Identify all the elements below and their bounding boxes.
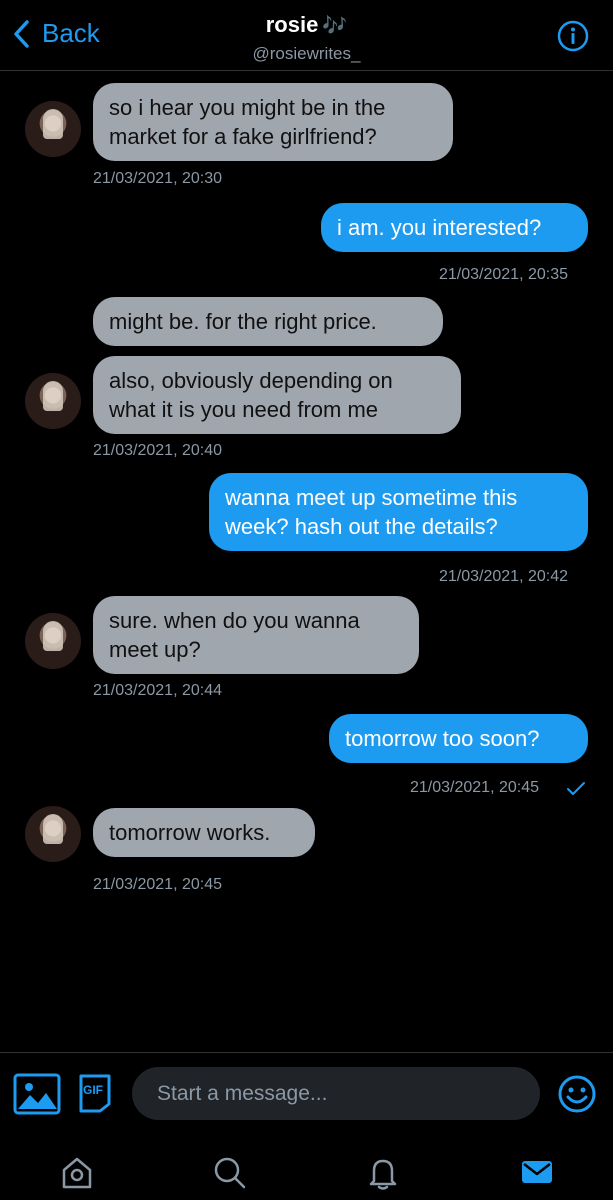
avatar[interactable] xyxy=(25,373,81,429)
message-timestamp: 21/03/2021, 20:30 xyxy=(93,170,223,187)
message-bubble-incoming[interactable]: might be. for the right price. xyxy=(93,297,443,346)
image-icon[interactable] xyxy=(13,1073,61,1115)
info-button[interactable] xyxy=(557,20,589,57)
info-icon xyxy=(557,20,589,52)
message-bubble-incoming[interactable]: sure. when do you wanna meet up? xyxy=(93,596,419,674)
messages-envelope-icon[interactable] xyxy=(521,1158,553,1186)
message-timestamp: 21/03/2021, 20:45 xyxy=(410,779,540,796)
message-input[interactable]: Start a message... xyxy=(132,1067,540,1120)
message-timestamp: 21/03/2021, 20:44 xyxy=(93,682,223,699)
conversation-title[interactable]: rosie 🎶 xyxy=(0,12,613,38)
message-text: tomorrow too soon? xyxy=(345,726,540,751)
message-timestamp: 21/03/2021, 20:35 xyxy=(439,266,569,283)
message-composer: GIF Start a message... xyxy=(0,1052,613,1136)
message-bubble-incoming[interactable]: tomorrow works. xyxy=(93,808,315,857)
music-notes-emoji: 🎶 xyxy=(322,15,348,37)
message-bubble-outgoing[interactable]: i am. you interested? xyxy=(321,203,588,252)
avatar[interactable] xyxy=(25,101,81,157)
contact-name: rosie xyxy=(265,12,319,37)
message-text: sure. when do you wanna xyxy=(109,608,360,633)
search-icon[interactable] xyxy=(213,1156,247,1190)
contact-handle: @rosiewrites_ xyxy=(252,44,361,63)
message-text: might be. for the right price. xyxy=(109,309,377,334)
message-timestamp: 21/03/2021, 20:42 xyxy=(439,568,569,585)
message-text: so i hear you might be in the xyxy=(109,95,386,120)
notifications-bell-icon[interactable] xyxy=(366,1156,400,1190)
message-bubble-outgoing[interactable]: wanna meet up sometime this week? hash o… xyxy=(209,473,588,551)
avatar[interactable] xyxy=(25,806,81,862)
message-timestamp: 21/03/2021, 20:40 xyxy=(93,442,223,459)
gif-button[interactable]: GIF xyxy=(78,1073,112,1113)
message-text: what it is you need from me xyxy=(109,397,379,422)
message-bubble-incoming[interactable]: also, obviously depending on what it is … xyxy=(93,356,461,434)
gif-label: GIF xyxy=(83,1083,103,1097)
message-text: also, obviously depending on xyxy=(109,368,393,393)
message-text: week? hash out the details? xyxy=(225,514,498,539)
avatar[interactable] xyxy=(25,613,81,669)
message-timestamp: 21/03/2021, 20:45 xyxy=(93,876,223,893)
checkmark-icon xyxy=(567,782,585,795)
bottom-tab-bar xyxy=(0,1136,613,1200)
message-bubble-outgoing[interactable]: tomorrow too soon? xyxy=(329,714,588,763)
message-text: market for a fake girlfriend? xyxy=(109,124,377,149)
emoji-icon[interactable] xyxy=(557,1074,597,1114)
conversation-header: Back rosie 🎶 @rosiewrites_ xyxy=(0,0,613,71)
message-text: meet up? xyxy=(109,637,201,662)
home-icon[interactable] xyxy=(60,1156,94,1190)
message-text: i am. you interested? xyxy=(337,215,542,240)
message-text: wanna meet up sometime this xyxy=(225,485,518,510)
message-bubble-incoming[interactable]: so i hear you might be in the market for… xyxy=(93,83,453,161)
message-text: tomorrow works. xyxy=(109,820,271,845)
